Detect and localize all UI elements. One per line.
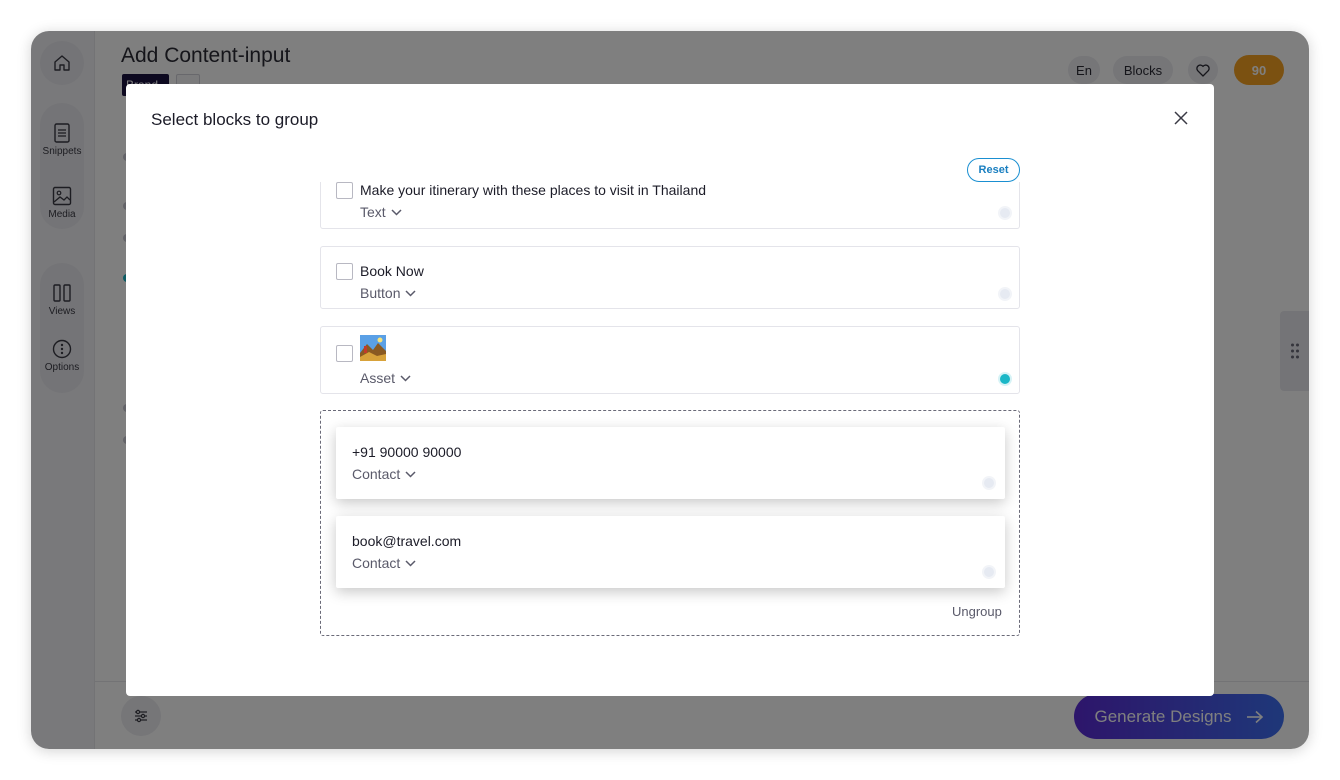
block-type-dropdown[interactable]: Button [360,285,417,301]
status-indicator [998,206,1012,220]
grouped-block-item[interactable]: +91 90000 90000 Contact [336,427,1005,499]
block-type-dropdown[interactable]: Asset [360,370,411,386]
chevron-down-icon [400,374,411,382]
block-item[interactable]: Make your itinerary with these places to… [320,182,1020,229]
block-type-dropdown[interactable]: Contact [352,555,416,571]
block-text: +91 90000 90000 [352,444,462,460]
status-indicator [998,287,1012,301]
grouped-block-item[interactable]: book@travel.com Contact [336,516,1005,588]
status-indicator-active [998,372,1012,386]
block-text: Make your itinerary with these places to… [360,182,707,198]
block-type-dropdown[interactable]: Contact [352,466,416,482]
status-indicator [982,476,996,490]
block-item[interactable]: Asset [320,326,1020,394]
group-blocks-modal: Select blocks to group Reset Make your i… [126,84,1214,696]
block-group: +91 90000 90000 Contact book@travel.com … [320,410,1020,636]
modal-title: Select blocks to group [151,110,319,129]
chevron-down-icon [405,559,416,567]
block-type-dropdown[interactable]: Text [360,204,402,220]
chevron-down-icon [405,289,417,297]
block-checkbox[interactable] [336,182,353,199]
close-icon[interactable] [1171,108,1191,128]
block-type-label: Contact [352,466,401,482]
block-type-label: Text [360,204,386,220]
block-text: book@travel.com [352,533,462,549]
ungroup-button[interactable]: Ungroup [952,604,1002,619]
reset-label: Reset [978,164,1009,176]
block-type-label: Contact [352,555,401,571]
landscape-thumbnail-icon [360,335,386,361]
status-indicator [982,565,996,579]
block-type-label: Button [360,285,401,301]
block-checkbox[interactable] [336,345,353,362]
block-type-label: Asset [360,370,396,386]
chevron-down-icon [391,208,402,216]
block-item[interactable]: Book Now Button [320,246,1020,309]
reset-button[interactable]: Reset [967,158,1020,182]
block-checkbox[interactable] [336,263,353,280]
chevron-down-icon [405,470,416,478]
block-text: Book Now [360,263,424,279]
